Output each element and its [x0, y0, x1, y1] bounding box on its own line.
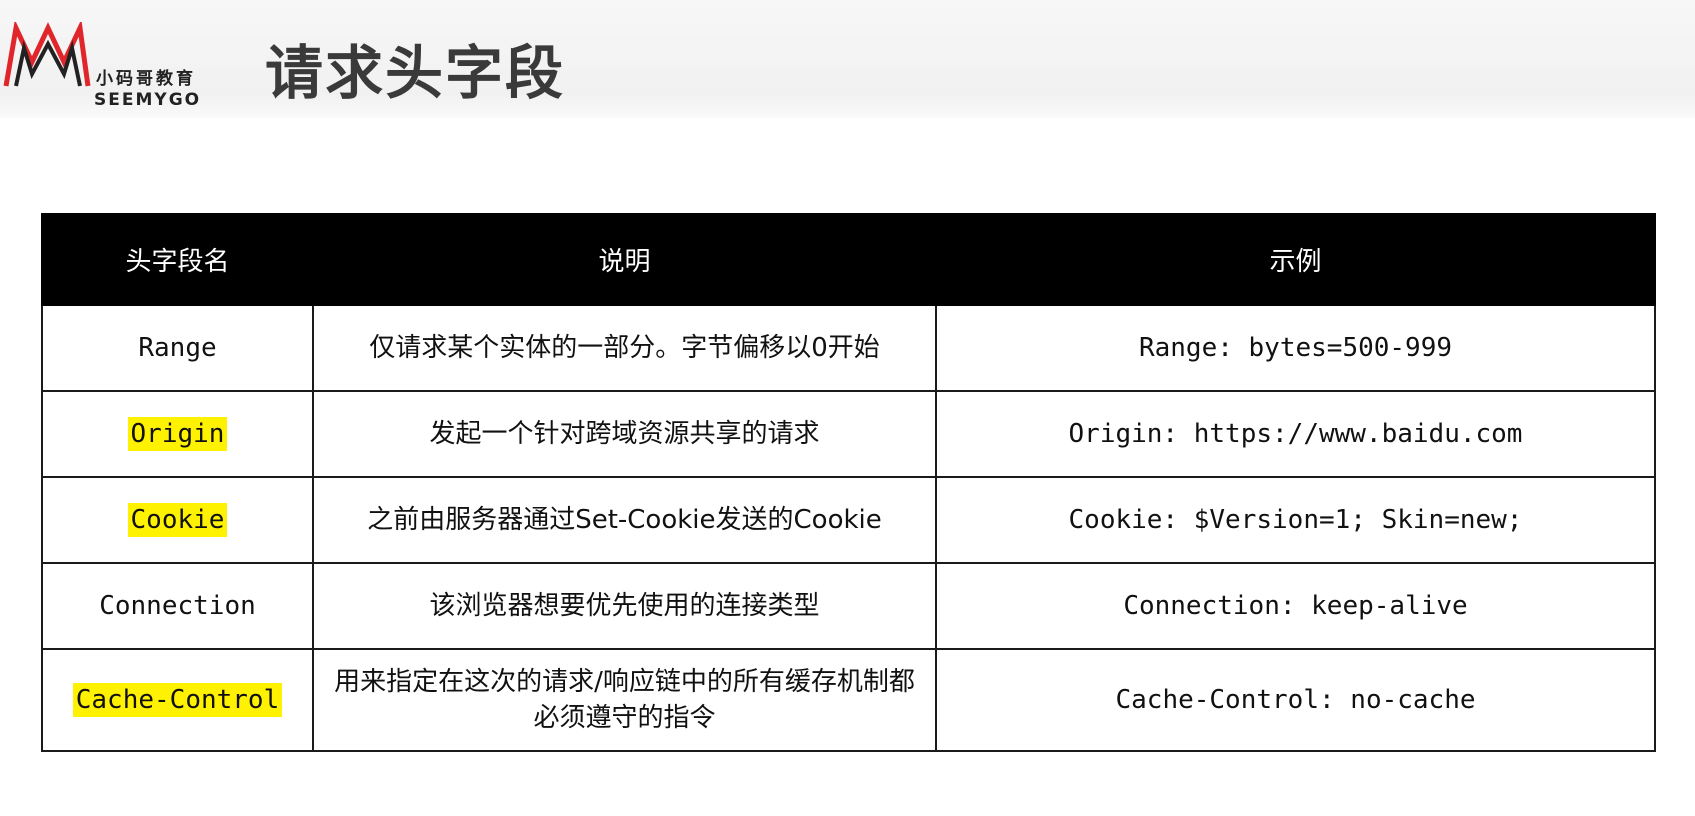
field-example: Origin: https://www.baidu.com [935, 390, 1656, 478]
page-title: 请求头字段 [265, 39, 566, 107]
logo: 小码哥教育 SEEMYGO [2, 22, 242, 110]
field-example: Connection: keep-alive [935, 562, 1656, 650]
logo-mark-icon [3, 22, 91, 87]
logo-en-text: SEEMYGO [94, 90, 202, 110]
field-example: Cookie: $Version=1; Skin=new; [935, 476, 1656, 564]
field-description: 发起一个针对跨域资源共享的请求 [312, 390, 937, 478]
field-name-cell: Origin [41, 390, 314, 478]
field-name-highlighted: Origin [127, 417, 228, 451]
field-name-cell: Connection [41, 562, 314, 650]
field-name-cell: Range [41, 304, 314, 392]
field-name-cell: Cookie [41, 476, 314, 564]
field-name: Range [138, 333, 217, 363]
field-example: Range: bytes=500-999 [935, 304, 1656, 392]
field-name-highlighted: Cookie [127, 503, 228, 537]
header-band [0, 0, 1695, 118]
column-header-example: 示例 [935, 213, 1656, 306]
logo-cn-text: 小码哥教育 [96, 69, 196, 89]
table-row: Origin 发起一个针对跨域资源共享的请求 Origin: https://w… [41, 390, 1656, 478]
table-row: Range 仅请求某个实体的一部分。字节偏移以0开始 Range: bytes=… [41, 304, 1656, 392]
field-description: 该浏览器想要优先使用的连接类型 [312, 562, 937, 650]
table-row: Cache-Control 用来指定在这次的请求/响应链中的所有缓存机制都必须遵… [41, 648, 1656, 752]
field-description: 仅请求某个实体的一部分。字节偏移以0开始 [312, 304, 937, 392]
table-row: Cookie 之前由服务器通过Set-Cookie发送的Cookie Cooki… [41, 476, 1656, 564]
field-name-highlighted: Cache-Control [72, 683, 283, 717]
table-row: Connection 该浏览器想要优先使用的连接类型 Connection: k… [41, 562, 1656, 650]
field-name: Connection [99, 591, 256, 621]
table-header-row: 头字段名 说明 示例 [41, 213, 1656, 306]
field-description: 之前由服务器通过Set-Cookie发送的Cookie [312, 476, 937, 564]
field-description: 用来指定在这次的请求/响应链中的所有缓存机制都必须遵守的指令 [312, 648, 937, 752]
field-name-cell: Cache-Control [41, 648, 314, 752]
field-example: Cache-Control: no-cache [935, 648, 1656, 752]
header-fields-table: 头字段名 说明 示例 Range 仅请求某个实体的一部分。字节偏移以0开始 Ra… [41, 213, 1656, 752]
column-header-name: 头字段名 [41, 213, 314, 306]
column-header-description: 说明 [312, 213, 937, 306]
